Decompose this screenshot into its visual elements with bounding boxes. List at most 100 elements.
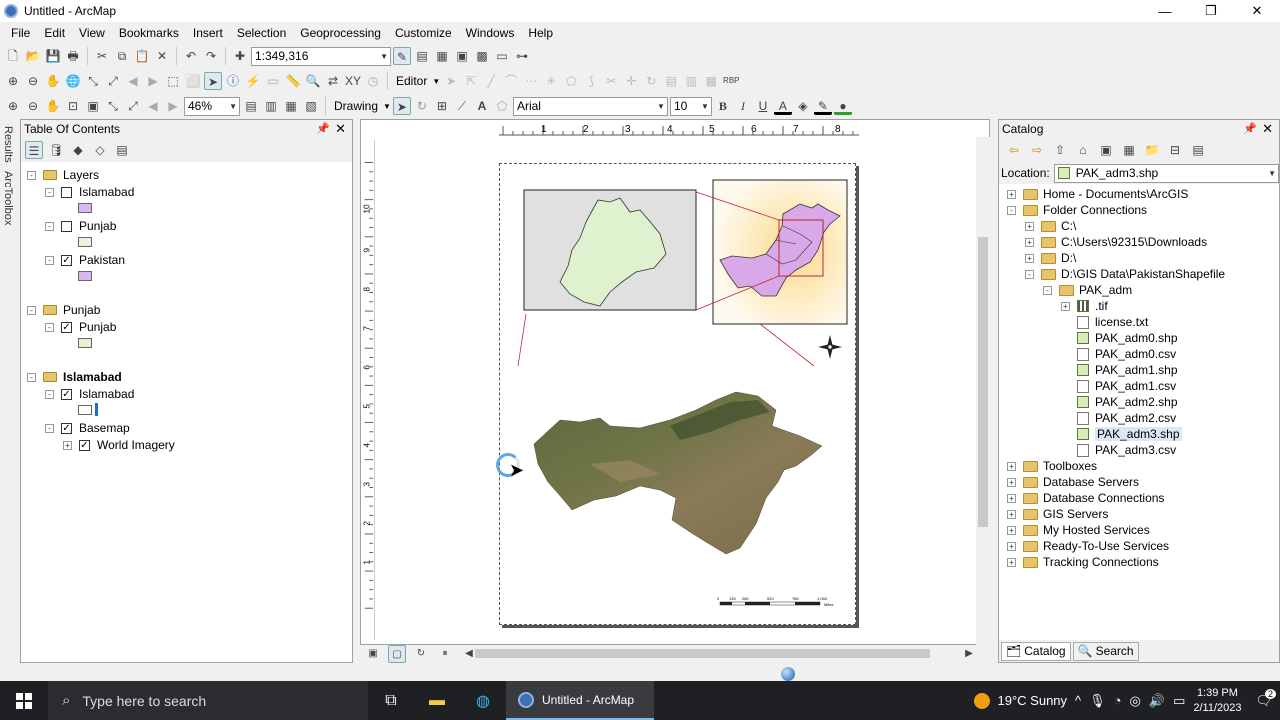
layer-checkbox[interactable]	[61, 186, 72, 198]
new-icon[interactable]: 🗋	[4, 47, 22, 65]
open-icon[interactable]: 📂	[24, 47, 42, 65]
toc-item-punjab-layer[interactable]: - ✓ Punjab	[45, 319, 116, 335]
expand-toggle[interactable]: +	[1007, 557, 1016, 567]
forward-icon[interactable]: ⇨	[1028, 141, 1046, 159]
list-by-visibility-icon[interactable]: ◆	[69, 141, 87, 159]
layer-checkbox-checked[interactable]: ✓	[79, 439, 90, 451]
toc-item-islamabad-layer[interactable]: - ✓ Islamabad	[45, 386, 134, 402]
zoom-100-icon[interactable]: ▣	[84, 97, 102, 115]
up-one-level-icon[interactable]: ⇧	[1051, 141, 1069, 159]
symbol-swatch[interactable]	[78, 203, 92, 213]
pan-icon[interactable]: ✋	[44, 72, 62, 90]
menu-bookmarks[interactable]: Bookmarks	[112, 26, 186, 40]
redo-icon[interactable]: ↷	[202, 47, 220, 65]
italic-button[interactable]: I	[734, 97, 752, 115]
clock[interactable]: 1:39 PM 2/11/2023	[1193, 686, 1241, 716]
edit-annotation-icon[interactable]: ⇱	[462, 72, 480, 90]
rotate-draw-icon[interactable]: ↻	[413, 97, 431, 115]
undo-icon[interactable]: ↶	[182, 47, 200, 65]
expand-toggle[interactable]: -	[1007, 205, 1016, 215]
expand-toggle[interactable]: +	[1025, 221, 1034, 231]
html-popup-icon[interactable]: ▭	[264, 72, 282, 90]
pause-drawing-icon[interactable]: ⏸	[436, 645, 454, 663]
time-slider-icon[interactable]: ◷	[364, 72, 382, 90]
toggle-draft-icon[interactable]: ▤	[242, 97, 260, 115]
attributes-icon[interactable]: ▤	[662, 72, 680, 90]
toggle-contents-icon[interactable]: ⊟	[1166, 141, 1184, 159]
expand-toggle[interactable]: -	[1043, 285, 1052, 295]
line-tool-icon[interactable]: ⟋	[453, 97, 471, 115]
list-by-selection-icon[interactable]: ◇	[91, 141, 109, 159]
catalog-item-pak-adm3-shp[interactable]: PAK_adm3.shp	[1061, 426, 1182, 442]
full-extent-icon[interactable]: 🌐	[64, 72, 82, 90]
model-builder-icon[interactable]: ⊶	[513, 47, 531, 65]
menu-edit[interactable]: Edit	[37, 26, 72, 40]
expand-toggle[interactable]: +	[1061, 301, 1070, 311]
data-view-button-icon[interactable]: ▣	[364, 645, 382, 663]
expand-toggle[interactable]: +	[1007, 477, 1016, 487]
catalog-item-c-users-92315-downloads[interactable]: + C:\Users\92315\Downloads	[1025, 234, 1207, 250]
refresh-icon[interactable]: ↻	[412, 645, 430, 663]
expand-toggle[interactable]: +	[1007, 461, 1016, 471]
fixed-zoom-in-layout-icon[interactable]: ⤡	[104, 97, 122, 115]
zoom-in-icon[interactable]: ⊕	[4, 72, 22, 90]
menu-help[interactable]: Help	[521, 26, 560, 40]
symbol-swatch[interactable]	[78, 338, 92, 348]
expand-toggle[interactable]: +	[1007, 493, 1016, 503]
zoom-whole-page-icon[interactable]: ⊡	[64, 97, 82, 115]
text-tool-icon[interactable]: A	[473, 97, 491, 115]
cut-icon[interactable]: ✂	[93, 47, 111, 65]
line-color-icon[interactable]: ✎	[813, 97, 832, 115]
close-button[interactable]: ✕	[1234, 0, 1280, 22]
layout-page[interactable]: 0 130 260 520 780 1,040 Miles	[499, 163, 856, 625]
menu-file[interactable]: File	[4, 26, 37, 40]
toc-item-layers[interactable]: - Layers	[27, 167, 99, 183]
data-driven-pages-icon[interactable]: ▧	[302, 97, 320, 115]
expand-toggle[interactable]: +	[1025, 237, 1034, 247]
endpoint-arc-icon[interactable]: ⌒	[502, 72, 520, 90]
catalog-item-pak-adm2-shp[interactable]: PAK_adm2.shp	[1061, 394, 1178, 410]
menu-windows[interactable]: Windows	[459, 26, 522, 40]
task-view-icon[interactable]: ⧉	[368, 681, 414, 720]
catalog-item-pak-adm2-csv[interactable]: PAK_adm2.csv	[1061, 410, 1176, 426]
arctoolbox-icon[interactable]: ▩	[473, 47, 491, 65]
identify-icon[interactable]: ⓘ	[224, 72, 242, 90]
find-icon[interactable]: 🔍	[304, 72, 322, 90]
cut-polygons-icon[interactable]: ✂	[602, 72, 620, 90]
copy-icon[interactable]: ⧉	[113, 47, 131, 65]
change-layout-icon[interactable]: ▦	[282, 97, 300, 115]
webcam-icon[interactable]: ◎	[1130, 693, 1141, 709]
print-icon[interactable]: 🖶	[64, 47, 82, 65]
battery-icon[interactable]: ▭	[1173, 693, 1185, 709]
fixed-zoom-in-icon[interactable]: ⤡	[84, 72, 102, 90]
arctoolbox-tab[interactable]: ArcToolbox	[0, 171, 14, 225]
reshape-icon[interactable]: ⟆	[582, 72, 600, 90]
weather-text[interactable]: 19°C Sunny	[998, 693, 1068, 708]
zoom-to-selected-icon[interactable]: ⊞	[433, 97, 451, 115]
catalog-item-d-gis-data-pakistanshapefile[interactable]: - D:\GIS Data\PakistanShapefile	[1025, 266, 1225, 282]
weather-sun-icon[interactable]	[973, 692, 990, 709]
catalog-item-my-hosted-services[interactable]: + My Hosted Services	[1007, 522, 1150, 538]
menu-view[interactable]: View	[72, 26, 112, 40]
location-combo[interactable]: PAK_adm3.shp ▼	[1053, 163, 1279, 183]
expand-toggle[interactable]: +	[1025, 253, 1034, 263]
fixed-zoom-out-layout-icon[interactable]: ⤢	[124, 97, 142, 115]
catalog-item-d[interactable]: + D:\	[1025, 250, 1076, 266]
toc-item-basemap[interactable]: - ✓ Basemap	[45, 420, 130, 436]
new-folder-icon[interactable]: 📁	[1143, 141, 1161, 159]
sketch-properties-icon[interactable]: ▥	[682, 72, 700, 90]
symbol-swatch[interactable]	[78, 237, 92, 247]
options-icon[interactable]: ▤	[113, 141, 131, 159]
toc-item-punjab-frame[interactable]: - Punjab	[27, 302, 100, 318]
views-icon[interactable]: ▦	[1120, 141, 1138, 159]
catalog-window-icon[interactable]: ▦	[433, 47, 451, 65]
layer-checkbox-checked[interactable]: ✓	[61, 254, 72, 266]
expand-toggle[interactable]: +	[1007, 189, 1016, 199]
start-button[interactable]	[0, 681, 48, 720]
map-scale-combo[interactable]: 1:349,316 ▼	[251, 46, 391, 66]
search-window-icon[interactable]: ▣	[453, 47, 471, 65]
file-explorer-icon[interactable]: ▬	[414, 681, 460, 720]
table-of-contents-icon[interactable]: ▤	[413, 47, 431, 65]
layout-zoom-in-icon[interactable]: ⊕	[4, 97, 22, 115]
scroll-right-icon[interactable]: ▶	[960, 645, 978, 663]
